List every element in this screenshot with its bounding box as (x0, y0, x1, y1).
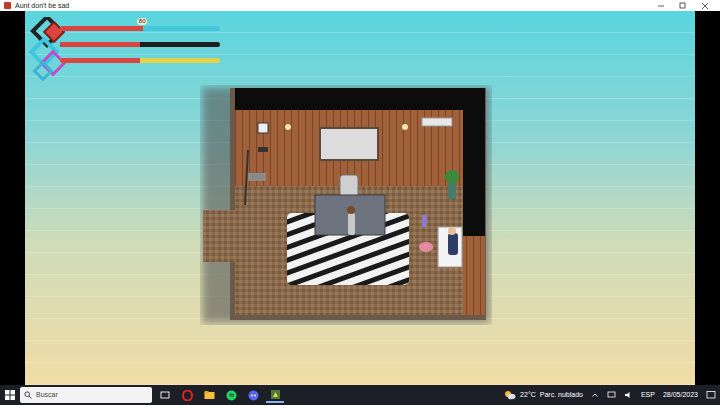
minimize-icon[interactable] (650, 0, 672, 11)
stat-bar-fill (60, 58, 140, 63)
title-bar: Aunt don't be sad (0, 0, 720, 11)
letterbox-right (695, 11, 720, 385)
clock-date[interactable]: 28/05/2023 (663, 391, 698, 399)
windows-start-icon[interactable] (4, 389, 16, 401)
search-box[interactable] (20, 387, 152, 403)
input-language[interactable]: ESP (641, 390, 655, 401)
opera-icon[interactable] (178, 387, 196, 403)
maximize-icon[interactable] (672, 0, 694, 11)
weather-condition: Parc. nublado (540, 390, 583, 401)
close-icon[interactable] (694, 0, 716, 11)
game-canvas[interactable]: 80 (25, 11, 695, 385)
discord-icon[interactable] (244, 387, 262, 403)
tray-chevron-icon[interactable] (591, 391, 599, 399)
stat-bar-fill (60, 42, 140, 47)
stat-value: 80 (137, 18, 148, 25)
weather-temperature: 22°C (520, 390, 536, 401)
stat-bar (60, 42, 220, 47)
taskbar: 22°C Parc. nublado ESP 28/05/2023 (0, 385, 720, 405)
hud: 80 (27, 17, 237, 87)
spotify-icon[interactable] (222, 387, 240, 403)
cloud-sun-icon (504, 390, 516, 400)
weather-widget[interactable]: 22°C Parc. nublado (504, 390, 583, 401)
search-input[interactable] (36, 390, 136, 401)
stat-bar-fill (60, 26, 143, 31)
letterbox-left (0, 11, 25, 385)
room-map[interactable] (200, 85, 492, 325)
app-icon (4, 2, 11, 9)
volume-icon[interactable] (624, 391, 633, 399)
notifications-icon[interactable] (706, 390, 716, 400)
task-view-icon[interactable] (156, 387, 174, 403)
game-taskbar-icon[interactable] (266, 387, 284, 403)
window-title: Aunt don't be sad (15, 0, 69, 11)
stat-bar: 80 (60, 26, 220, 31)
network-icon[interactable] (607, 391, 616, 399)
search-icon (24, 391, 32, 399)
file-explorer-icon[interactable] (200, 387, 218, 403)
game-area: 80 (0, 11, 720, 385)
stat-bar (60, 58, 220, 63)
